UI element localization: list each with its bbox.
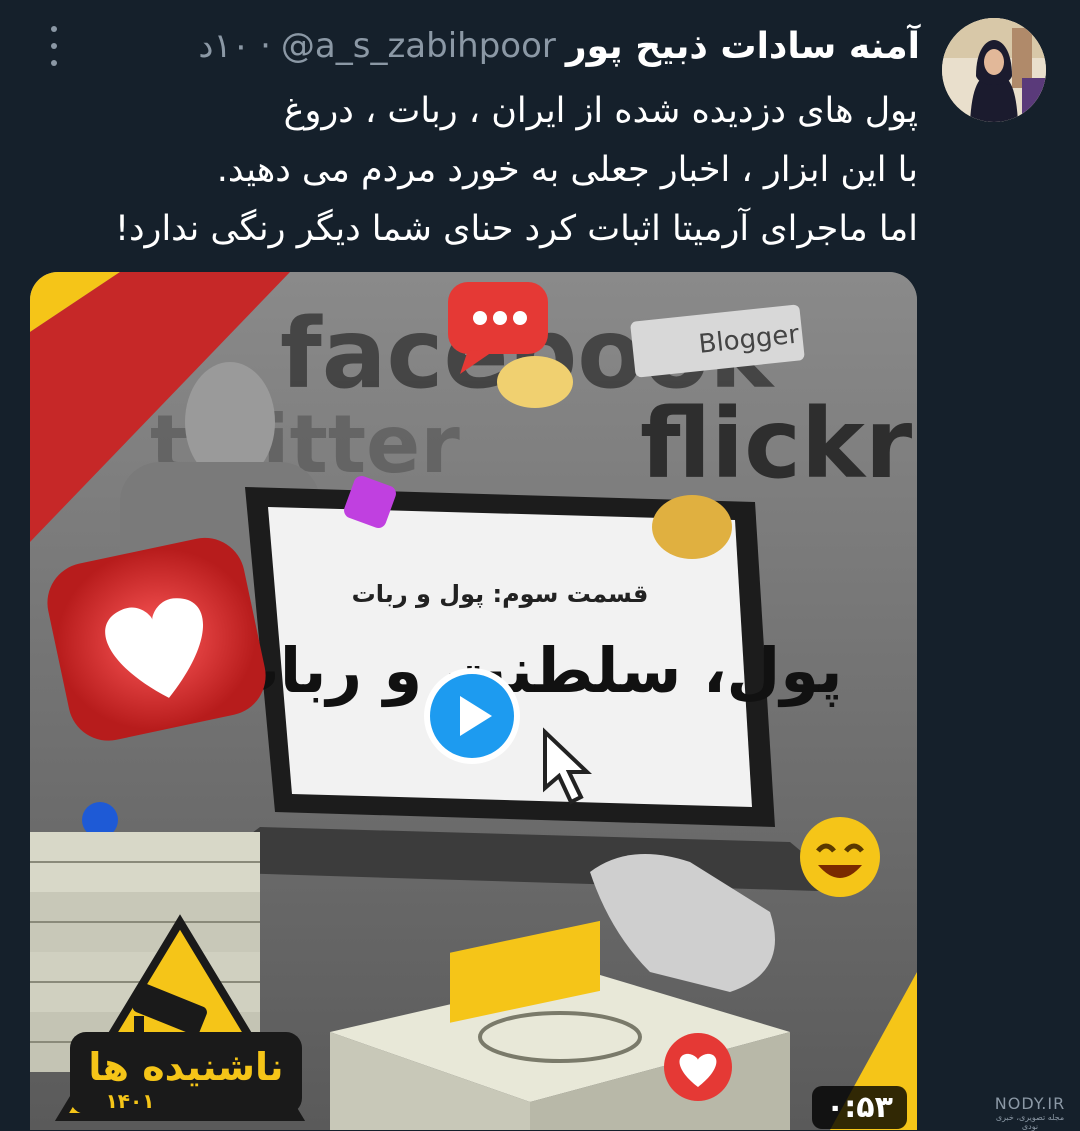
tweet-text-line: اما ماجرای آرمیتا اثبات کرد حنای شما دیگ… <box>114 209 918 249</box>
video-thumbnail[interactable]: facebook Blogger flickr twitter قسمت سوم… <box>30 272 917 1130</box>
tweet-text-line: پول های دزدیده شده از ایران ، ربات ، درو… <box>283 91 918 131</box>
author-handle[interactable]: @a_s_zabihpoor <box>281 26 556 66</box>
gold-coin <box>652 495 732 559</box>
video-duration: ۰:۵۳ <box>812 1086 907 1129</box>
badge-year: ۱۴۰۱ <box>106 1089 155 1113</box>
author-avatar[interactable] <box>942 18 1046 122</box>
tweet-card[interactable]: آمنه سادات ذبیح پور @a_s_zabihpoor · ۱۰د… <box>0 0 1080 1131</box>
screen-title: پول، سلطنت و ربات <box>218 634 843 707</box>
tweet-text: پول های دزدیده شده از ایران ، ربات ، درو… <box>18 82 918 259</box>
screen-subtitle: قسمت سوم: پول و ربات <box>352 580 649 608</box>
tweet-text-line: با این ابزار ، اخبار جعلی به خورد مردم م… <box>216 150 918 190</box>
bg-word-flickr: flickr <box>640 388 913 500</box>
tweet-header: آمنه سادات ذبیح پور @a_s_zabihpoor · ۱۰د <box>198 18 920 74</box>
laughing-emoji <box>800 817 880 897</box>
site-watermark: NODY.IR مجله تصویری، خبری نودی <box>990 1094 1070 1131</box>
badge-title: ناشنیده ها <box>88 1045 283 1089</box>
watermark-title: NODY.IR <box>994 1094 1066 1113</box>
author-name[interactable]: آمنه سادات ذبیح پور <box>566 26 920 67</box>
separator-dot: · <box>260 26 271 66</box>
watermark-subtitle: مجله تصویری، خبری نودی <box>995 1113 1065 1131</box>
play-button[interactable] <box>424 668 520 764</box>
play-icon <box>460 696 492 736</box>
tweet-time[interactable]: ۱۰د <box>198 26 250 66</box>
gold-coin <box>497 356 573 408</box>
more-vertical-icon[interactable] <box>40 26 68 66</box>
